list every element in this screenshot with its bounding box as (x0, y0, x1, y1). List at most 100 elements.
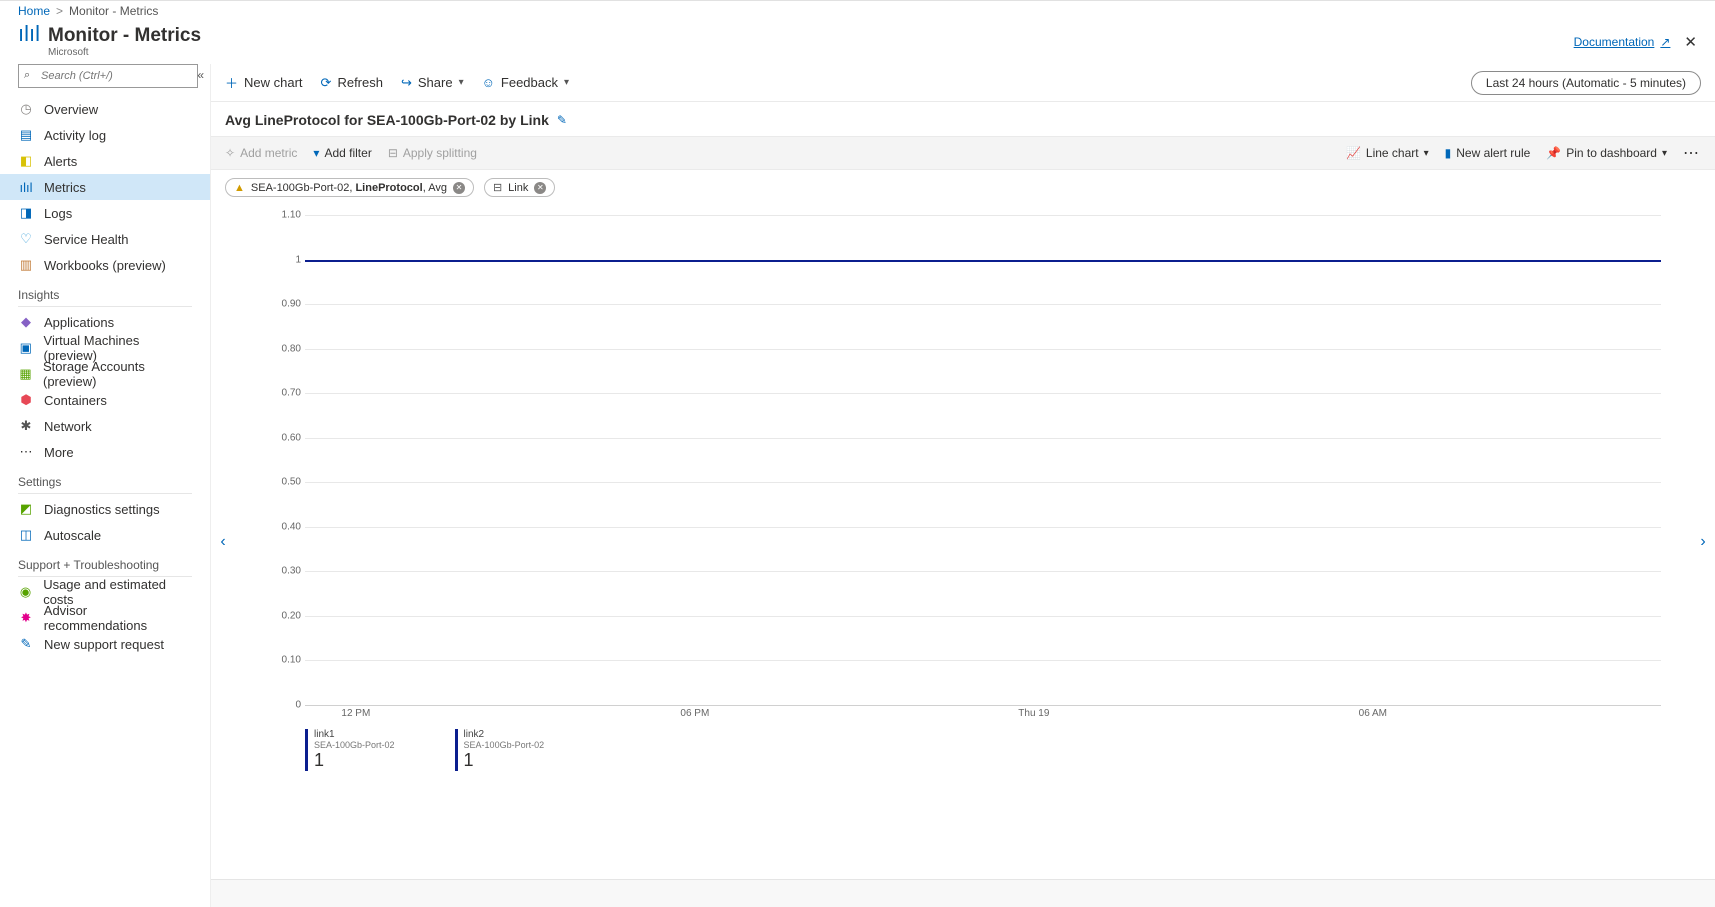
sidebar: ⌕ « ◷Overview▤Activity log ◧ Alerts ılılMet… (0, 64, 210, 907)
sidebar-item-label: Logs (44, 206, 72, 221)
apply-splitting-button[interactable]: ⊟Apply splitting (388, 146, 477, 160)
chart-type-button[interactable]: 📈Line chart▾ (1346, 146, 1429, 160)
metric-pill[interactable]: ▲ SEA-100Gb-Port-02, LineProtocol, Avg ✕ (225, 178, 474, 197)
search-icon: ⌕ (24, 69, 30, 82)
sidebar-item-icon: ◧ (18, 153, 34, 169)
split-pill-text: Link (508, 182, 528, 194)
x-tick-label: 12 PM (341, 708, 370, 719)
sidebar-item-overview[interactable]: ◷Overview (0, 96, 210, 122)
main-pane: ＋ New chart ⟳ Refresh ↪Share▾ ☺Feedback▾ L… (210, 64, 1715, 907)
sidebar-item-metrics[interactable]: ılılMetrics (0, 174, 210, 200)
add-filter-label: Add filter (324, 146, 371, 160)
sidebar-item-more[interactable]: ⋯ More (0, 439, 210, 465)
close-button[interactable]: ✕ (1684, 33, 1697, 51)
breadcrumb-home[interactable]: Home (18, 4, 50, 18)
external-link-icon: ↗ (1660, 35, 1670, 49)
series-line (305, 260, 1661, 262)
share-button[interactable]: ↪Share▾ (401, 75, 464, 91)
plus-icon: ＋ (225, 73, 238, 92)
sidebar-item-virtual-machines-preview-[interactable]: ▣Virtual Machines (preview) (0, 335, 210, 361)
sidebar-item-usage-and-estimated-costs[interactable]: ◉Usage and estimated costs (0, 579, 210, 605)
sidebar-item-autoscale[interactable]: ◫Autoscale (0, 522, 210, 548)
sidebar-item-icon: ▦ (18, 366, 33, 382)
documentation-label: Documentation (1574, 35, 1655, 49)
documentation-link[interactable]: Documentation ↗ (1574, 35, 1671, 49)
sidebar-item-icon: ⋯ (18, 444, 34, 460)
chart-area[interactable]: 1.1010.900.800.700.600.500.400.300.200.1… (235, 205, 1691, 879)
share-icon: ↪ (401, 75, 412, 91)
collapse-sidebar-icon[interactable]: « (197, 68, 204, 82)
y-tick-label: 0 (275, 700, 301, 711)
page-subtitle: Microsoft (48, 47, 201, 58)
chart-prev-button[interactable]: ‹ (211, 205, 235, 879)
y-tick-label: 0.30 (275, 566, 301, 577)
sidebar-item-alerts[interactable]: ◧ Alerts (0, 148, 210, 174)
sidebar-item-label: New support request (44, 637, 164, 652)
breadcrumb-separator: > (56, 4, 63, 18)
sidebar-group-support: Support + Troubleshooting (0, 548, 210, 574)
y-tick-label: 0.40 (275, 521, 301, 532)
refresh-label: Refresh (337, 75, 383, 90)
page-title: Monitor - Metrics (48, 25, 201, 47)
legend-entry[interactable]: link1SEA-100Gb-Port-021 (305, 729, 395, 771)
y-tick-label: 0.20 (275, 610, 301, 621)
sidebar-item-new-support-request[interactable]: ✎New support request (0, 631, 210, 657)
sidebar-item-workbooks-preview-[interactable]: ▥Workbooks (preview) (0, 252, 210, 278)
metric-pill-text: SEA-100Gb-Port-02, LineProtocol, Avg (251, 182, 447, 194)
sidebar-item-label: Activity log (44, 128, 106, 143)
add-metric-icon: ✧ (225, 146, 235, 160)
search-input[interactable] (18, 64, 198, 88)
split-pill-icon: ⊟ (493, 181, 502, 194)
new-alert-rule-button[interactable]: ▮New alert rule (1445, 146, 1531, 160)
sidebar-group-settings: Settings (0, 465, 210, 491)
sidebar-item-icon: ▣ (18, 340, 34, 356)
sidebar-item-label: Autoscale (44, 528, 101, 543)
new-chart-label: New chart (244, 75, 303, 90)
sidebar-group-insights: Insights (0, 278, 210, 304)
pin-to-dashboard-button[interactable]: 📌Pin to dashboard▾ (1546, 146, 1667, 160)
sidebar-item-diagnostics-settings[interactable]: ◩Diagnostics settings (0, 496, 210, 522)
new-chart-button[interactable]: ＋ New chart (225, 73, 303, 92)
sidebar-item-applications[interactable]: ◆Applications (0, 309, 210, 335)
refresh-button[interactable]: ⟳ Refresh (321, 75, 383, 91)
feedback-button[interactable]: ☺Feedback▾ (482, 75, 569, 90)
pin-label: Pin to dashboard (1566, 146, 1657, 160)
add-metric-button[interactable]: ✧ Add metric (225, 146, 297, 160)
filter-icon: ▾ (313, 146, 319, 160)
sidebar-item-network[interactable]: ✱Network (0, 413, 210, 439)
refresh-icon: ⟳ (321, 75, 332, 91)
split-icon: ⊟ (388, 146, 398, 160)
sidebar-item-logs[interactable]: ◨ Logs (0, 200, 210, 226)
breadcrumb-current: Monitor - Metrics (69, 4, 158, 18)
sidebar-item-label: More (44, 445, 74, 460)
split-pill[interactable]: ⊟ Link ✕ (484, 178, 555, 197)
feedback-label: Feedback (501, 75, 558, 90)
legend-entry[interactable]: link2SEA-100Gb-Port-021 (455, 729, 545, 771)
y-tick-label: 1.10 (275, 210, 301, 221)
legend-resource-name: SEA-100Gb-Port-02 (314, 740, 395, 750)
add-filter-button[interactable]: ▾ Add filter (313, 146, 371, 160)
sidebar-item-icon: ◉ (18, 584, 33, 600)
sidebar-item-storage-accounts-preview-[interactable]: ▦Storage Accounts (preview) (0, 361, 210, 387)
y-tick-label: 0.80 (275, 343, 301, 354)
sidebar-item-label: Applications (44, 315, 114, 330)
more-actions-button[interactable]: ⋯ (1683, 143, 1701, 163)
sidebar-item-label: Workbooks (preview) (44, 258, 166, 273)
legend-latest-value: 1 (464, 750, 545, 771)
y-tick-label: 0.90 (275, 299, 301, 310)
legend-latest-value: 1 (314, 750, 395, 771)
add-metric-label: Add metric (240, 146, 297, 160)
chart-title: Avg LineProtocol for SEA-100Gb-Port-02 b… (225, 112, 549, 128)
edit-title-icon[interactable]: ✎ (557, 113, 567, 127)
sidebar-item-advisor-recommendations[interactable]: ✸Advisor recommendations (0, 605, 210, 631)
sidebar-item-icon: ◨ (18, 205, 34, 221)
time-range-button[interactable]: Last 24 hours (Automatic - 5 minutes) (1471, 71, 1701, 95)
sidebar-item-label: Alerts (44, 154, 77, 169)
sidebar-item-containers[interactable]: ⬢Containers (0, 387, 210, 413)
remove-metric-icon[interactable]: ✕ (453, 182, 465, 194)
sidebar-item-icon: ◩ (18, 501, 34, 517)
sidebar-item-service-health[interactable]: ♡Service Health (0, 226, 210, 252)
chart-next-button[interactable]: › (1691, 205, 1715, 879)
sidebar-item-activity-log[interactable]: ▤Activity log (0, 122, 210, 148)
remove-split-icon[interactable]: ✕ (534, 182, 546, 194)
